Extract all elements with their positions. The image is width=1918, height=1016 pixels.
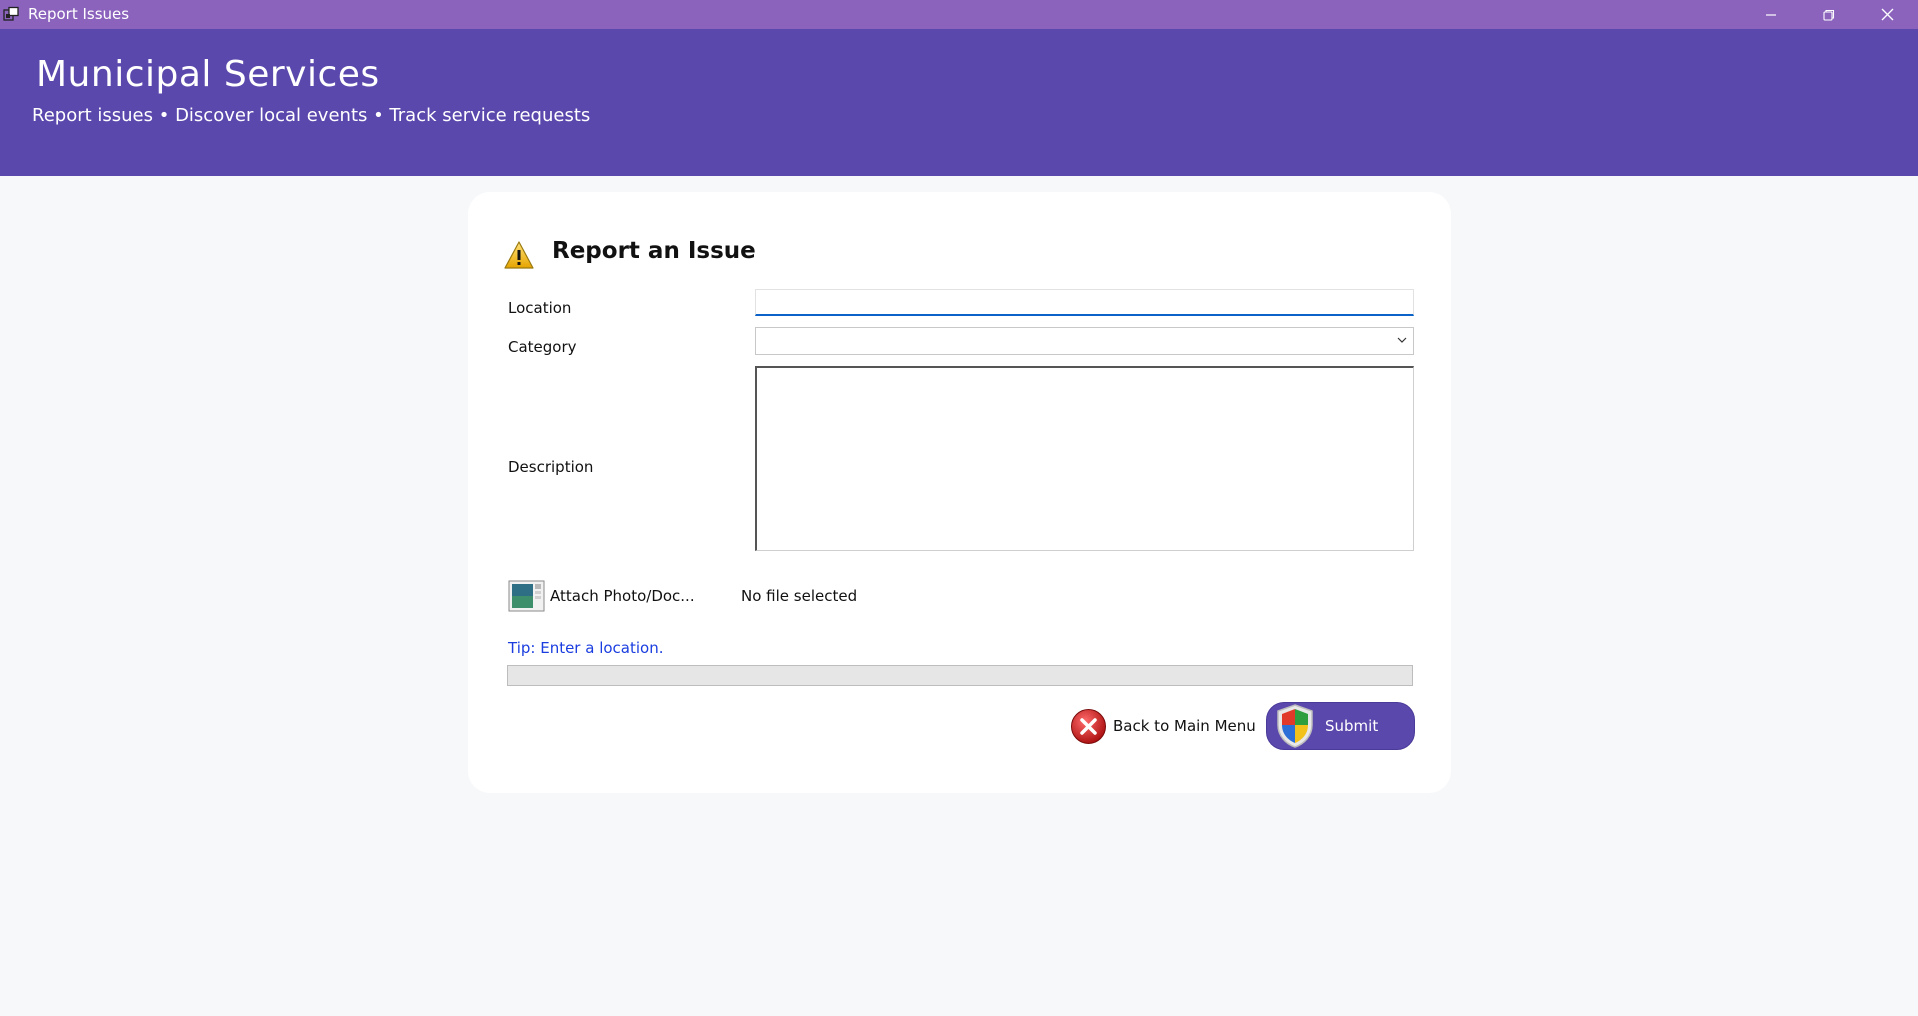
- description-textarea[interactable]: [755, 366, 1414, 551]
- minimize-icon: [1766, 13, 1776, 16]
- window-app-icon: [3, 6, 19, 21]
- location-input[interactable]: [755, 289, 1414, 316]
- warning-icon: [504, 241, 534, 269]
- app-title: Municipal Services: [36, 54, 380, 95]
- location-label: Location: [508, 299, 572, 317]
- app-subtitle: Report issues • Discover local events • …: [32, 105, 591, 126]
- attach-file-label: Attach Photo/Doc...: [550, 587, 695, 605]
- close-icon: [1881, 8, 1893, 21]
- back-to-main-menu-label: Back to Main Menu: [1113, 717, 1256, 735]
- attach-file-button[interactable]: Attach Photo/Doc...: [508, 580, 695, 612]
- restore-icon: [1823, 9, 1835, 21]
- restore-button[interactable]: [1800, 0, 1858, 29]
- cancel-circle-icon: [1071, 708, 1106, 744]
- close-button[interactable]: [1858, 0, 1916, 29]
- report-issue-card: Report an Issue Location Category Descri…: [468, 192, 1451, 793]
- back-to-main-menu-button[interactable]: Back to Main Menu: [1070, 706, 1256, 746]
- category-dropdown[interactable]: [755, 327, 1414, 355]
- tip-text: Tip: Enter a location.: [508, 639, 664, 657]
- description-label: Description: [508, 458, 594, 476]
- form-title: Report an Issue: [552, 238, 756, 264]
- submit-button[interactable]: Submit: [1266, 702, 1415, 750]
- window-titlebar: Report Issues: [0, 0, 1918, 29]
- category-label: Category: [508, 338, 577, 356]
- submit-label: Submit: [1325, 717, 1379, 735]
- image-attach-icon: [508, 580, 545, 612]
- shield-icon: [1277, 704, 1313, 748]
- chevron-down-icon: [1397, 337, 1407, 343]
- progress-bar: [507, 665, 1413, 686]
- file-status-text: No file selected: [741, 587, 858, 605]
- window-title: Report Issues: [28, 5, 130, 23]
- app-header: Municipal Services Report issues • Disco…: [0, 29, 1918, 176]
- minimize-button[interactable]: [1742, 0, 1800, 29]
